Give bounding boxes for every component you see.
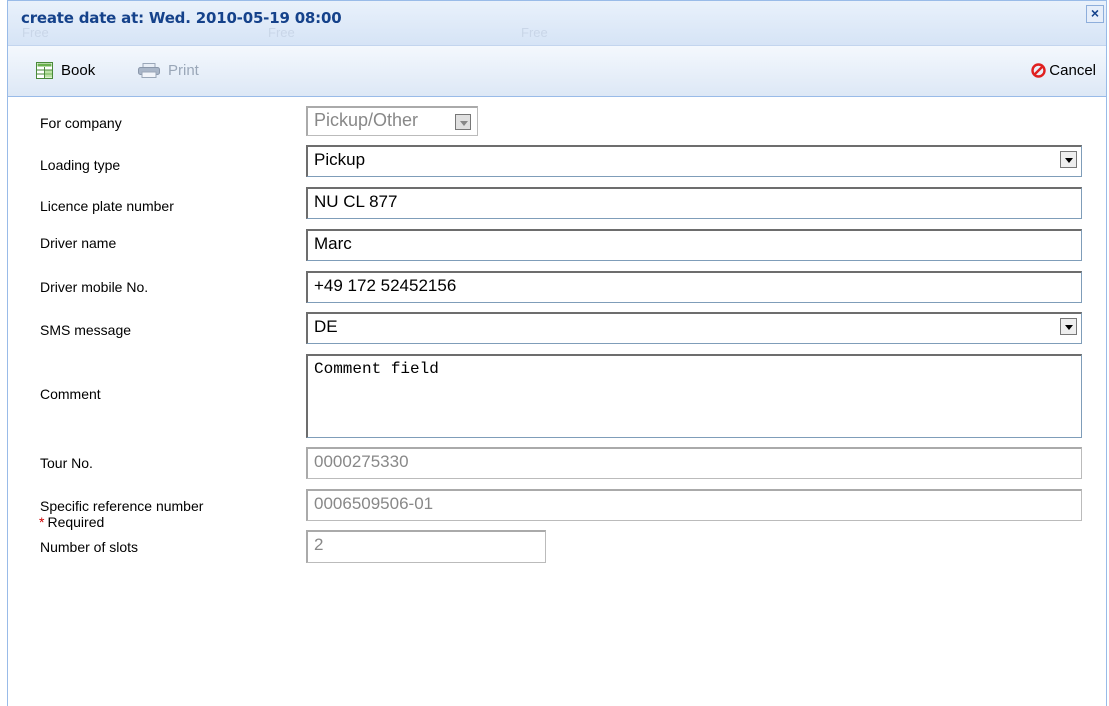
slots-input[interactable]: 2 bbox=[306, 530, 546, 563]
tour-no-label: Tour No. bbox=[40, 455, 93, 471]
company-select[interactable]: Pickup/Other bbox=[306, 106, 478, 136]
background-free-label: Free bbox=[268, 25, 295, 40]
print-button-label: Print bbox=[168, 61, 199, 79]
loading-type-label: Loading type bbox=[40, 157, 121, 173]
background-free-label: Free bbox=[22, 25, 49, 40]
close-icon[interactable]: × bbox=[1086, 5, 1104, 23]
sms-message-select[interactable]: DE bbox=[306, 312, 1082, 344]
driver-name-label: Driver name bbox=[40, 235, 117, 251]
book-grid-icon bbox=[36, 61, 53, 79]
required-text: Required bbox=[47, 514, 105, 530]
driver-mobile-input[interactable]: +49 172 52452156 bbox=[306, 271, 1082, 303]
booking-form: For company Pickup/Other Loading type Pi… bbox=[8, 96, 1106, 706]
required-star: * bbox=[39, 514, 45, 530]
cancel-button-label: Cancel bbox=[1049, 61, 1096, 79]
required-note: * Required bbox=[39, 514, 104, 530]
reference-label: Specific reference number bbox=[40, 498, 204, 514]
sms-message-label: SMS message bbox=[40, 322, 132, 338]
dialog-titlebar: create date at: Wed. 2010-05-19 08:00 Fr… bbox=[8, 1, 1106, 46]
company-label: For company bbox=[40, 115, 122, 131]
driver-name-input[interactable]: Marc bbox=[306, 229, 1082, 261]
sms-message-value: DE bbox=[314, 317, 338, 336]
cancel-circle-icon bbox=[1031, 62, 1046, 78]
company-select-value: Pickup/Other bbox=[314, 110, 419, 130]
book-button-label: Book bbox=[61, 61, 96, 79]
licence-plate-input[interactable]: NU CL 877 bbox=[306, 187, 1082, 219]
loading-type-value: Pickup bbox=[314, 150, 366, 169]
comment-textarea[interactable]: Comment field bbox=[306, 354, 1082, 438]
dialog-toolbar: Book Print Cancel bbox=[8, 46, 1106, 97]
printer-icon bbox=[138, 62, 160, 78]
loading-type-select[interactable]: Pickup bbox=[306, 145, 1082, 177]
dropdown-arrow-icon[interactable] bbox=[455, 114, 471, 130]
book-button[interactable]: Book bbox=[36, 59, 95, 81]
print-button[interactable]: Print bbox=[138, 59, 199, 81]
comment-label: Comment bbox=[40, 386, 101, 402]
dropdown-arrow-icon[interactable] bbox=[1060, 318, 1077, 335]
slots-label: Number of slots bbox=[40, 539, 139, 555]
background-free-label: Free bbox=[521, 25, 548, 40]
dropdown-arrow-icon[interactable] bbox=[1060, 151, 1077, 168]
create-date-dialog: create date at: Wed. 2010-05-19 08:00 Fr… bbox=[7, 0, 1107, 706]
licence-plate-label: Licence plate number bbox=[40, 198, 174, 214]
tour-no-input[interactable]: 0000275330 bbox=[306, 447, 1082, 479]
cancel-button[interactable]: Cancel bbox=[1031, 59, 1096, 81]
reference-input[interactable]: 0006509506-01 bbox=[306, 489, 1082, 521]
driver-mobile-label: Driver mobile No. bbox=[40, 279, 149, 295]
